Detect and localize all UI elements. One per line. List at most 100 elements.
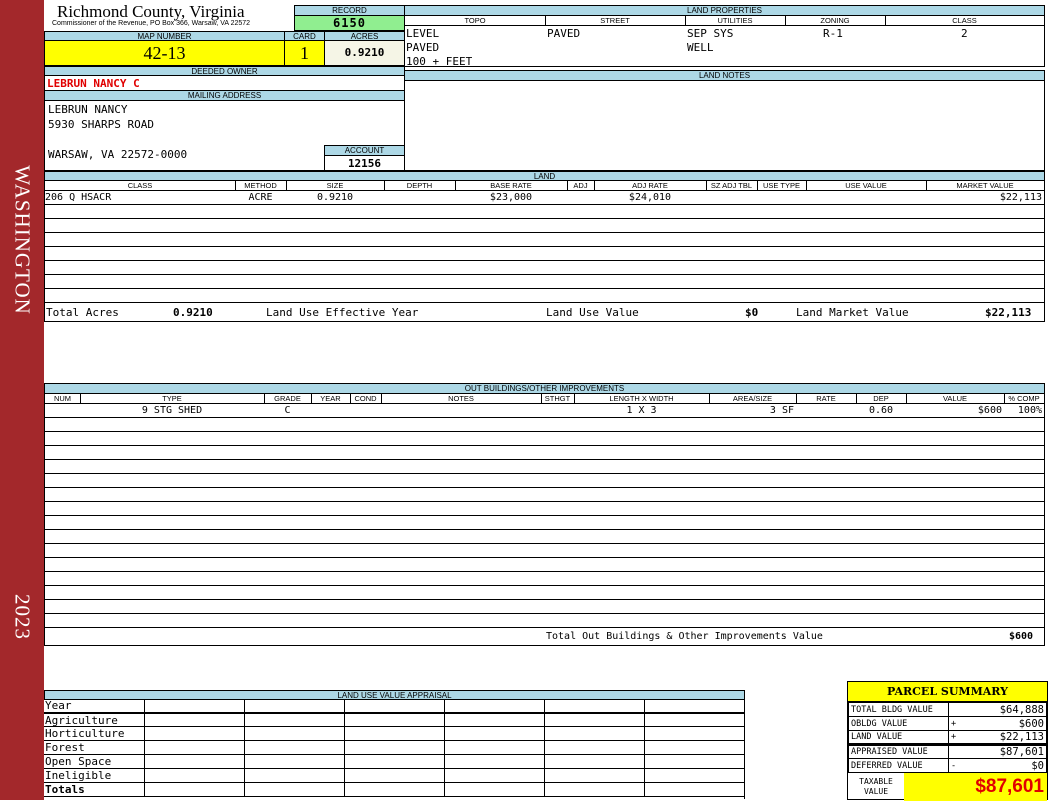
table-cell: 3 SF — [769, 405, 794, 416]
class-value: 2 — [961, 27, 968, 40]
table-cell — [45, 404, 80, 417]
table-header: CLASS METHOD SIZE DEPTH BASE RATE ADJ ADJ RATE… — [45, 181, 1045, 191]
county-title: Richmond County, Virginia — [57, 2, 245, 21]
land-use-row: Agriculture — [44, 713, 744, 727]
land-notes — [404, 80, 1045, 171]
column-header: VALUE — [906, 394, 1005, 403]
land-properties: TOPO STREET UTILITIES ZONING CLASS LEVEL… — [404, 15, 1045, 68]
table-row — [45, 460, 1044, 474]
land-use-row-label: Year — [45, 699, 72, 712]
table-cell: 0.9210 — [316, 192, 354, 203]
column-divider — [244, 699, 245, 712]
column-divider — [644, 699, 645, 712]
land-totals: Total Acres 0.9210 Land Use Effective Year… — [45, 304, 1044, 322]
column-header: BASE RATE — [455, 181, 568, 190]
table-row — [45, 530, 1044, 544]
column-header: COND — [350, 394, 382, 403]
column-header: ADJ — [567, 181, 595, 190]
column-divider — [644, 727, 645, 740]
table-row — [45, 205, 1044, 219]
table-cell: $24,010 — [628, 192, 672, 203]
address-line-2: 5930 SHARPS ROAD — [48, 118, 154, 131]
sidebar: WASHINGTON 2023 — [0, 0, 44, 800]
summary-operator — [948, 744, 963, 759]
class-header: CLASS — [952, 16, 977, 25]
column-header: USE VALUE — [806, 181, 927, 190]
column-divider — [544, 755, 545, 768]
land-use-row-label: Horticulture — [45, 727, 125, 740]
table-cell: 9 STG SHED — [141, 405, 203, 416]
table-cell: $23,000 — [489, 192, 533, 203]
account-number: 12156 — [324, 155, 405, 171]
column-divider — [144, 741, 145, 754]
summary-label: LAND VALUE — [848, 730, 949, 745]
table-cell: C — [284, 405, 291, 416]
topo-1: LEVEL — [406, 27, 440, 40]
column-divider — [644, 783, 645, 796]
column-divider — [344, 741, 345, 754]
table-cell — [311, 404, 350, 417]
column-header: MARKET VALUE — [926, 181, 1045, 190]
column-header: LENGTH X WIDTH — [574, 394, 710, 403]
column-divider — [344, 783, 345, 796]
table-cell: $600 — [977, 405, 1002, 416]
table-row — [45, 586, 1044, 600]
table-row — [45, 289, 1044, 303]
table-cell — [350, 404, 381, 417]
column-divider — [544, 783, 545, 796]
column-divider — [444, 783, 445, 796]
column-divider — [444, 755, 445, 768]
land-total-use-value-label: Land Use Value — [546, 306, 639, 319]
table-header: NUM TYPE GRADE YEAR COND NOTES STHGT LENGTH X W… — [45, 394, 1045, 404]
column-divider — [544, 727, 545, 740]
table-row: 206 Q HSACR ACRE 0.9210 $23,000 $24,010 $22,1… — [45, 191, 1044, 205]
land-use-row: Totals — [44, 783, 744, 797]
column-divider — [144, 727, 145, 740]
table-row: 9 STG SHED C 1 X 3 3 SF 0.60 $600 100% — [45, 404, 1044, 418]
land-table: CLASS METHOD SIZE DEPTH BASE RATE ADJ ADJ RATE… — [44, 180, 1045, 322]
column-header: % COMP — [1004, 394, 1045, 403]
outbuildings-total-row: Total Out Buildings & Other Improvements… — [45, 628, 1044, 646]
land-use-row-label: Ineligible — [45, 769, 112, 782]
utilities-1: SEP SYS — [687, 27, 734, 40]
table-row — [45, 516, 1044, 530]
land-total-use-value: $0 — [745, 306, 759, 319]
table-row — [45, 446, 1044, 460]
land-use-row: Open Space — [44, 755, 744, 769]
column-divider — [444, 727, 445, 740]
column-header: AREA/SIZE — [709, 394, 797, 403]
table-row — [45, 261, 1044, 275]
utilities-2: WELL — [687, 41, 714, 54]
column-divider — [144, 783, 145, 796]
land-use-row-label: Forest — [45, 741, 85, 754]
table-row — [45, 432, 1044, 446]
column-divider — [144, 755, 145, 768]
land-use-table: Year Agriculture Horticulture Forest Open Sp… — [44, 699, 745, 799]
table-row — [45, 474, 1044, 488]
zoning-header: ZONING — [785, 16, 886, 26]
zoning-value: R-1 — [823, 27, 843, 40]
table-row — [45, 600, 1044, 614]
street-1: PAVED — [547, 27, 581, 40]
summary-value: $600 — [962, 716, 1047, 731]
table-cell — [541, 404, 574, 417]
parcel-summary: PARCEL SUMMARY TOTAL BLDG VALUE $64,888 OB… — [847, 681, 1048, 801]
column-divider — [244, 741, 245, 754]
table-cell — [706, 191, 757, 204]
utilities-header: UTILITIES — [685, 16, 786, 26]
summary-label: TOTAL BLDG VALUE — [848, 702, 949, 717]
column-divider — [344, 714, 345, 726]
summary-operator: + — [948, 716, 963, 731]
column-header: METHOD — [235, 181, 287, 190]
table-row — [45, 502, 1044, 516]
outbuildings-total-label: Total Out Buildings & Other Improvements… — [546, 631, 823, 642]
table-row — [45, 275, 1044, 289]
land-use-row-label: Totals — [45, 783, 85, 796]
land-total-market: $22,113 — [985, 306, 1032, 319]
table-row — [45, 219, 1044, 233]
deeded-owner: LEBRUN NANCY C — [44, 75, 405, 91]
column-divider — [644, 769, 645, 782]
street-header: STREET — [545, 16, 686, 26]
summary-label: APPRAISED VALUE — [848, 744, 949, 759]
column-header: USE TYPE — [757, 181, 807, 190]
